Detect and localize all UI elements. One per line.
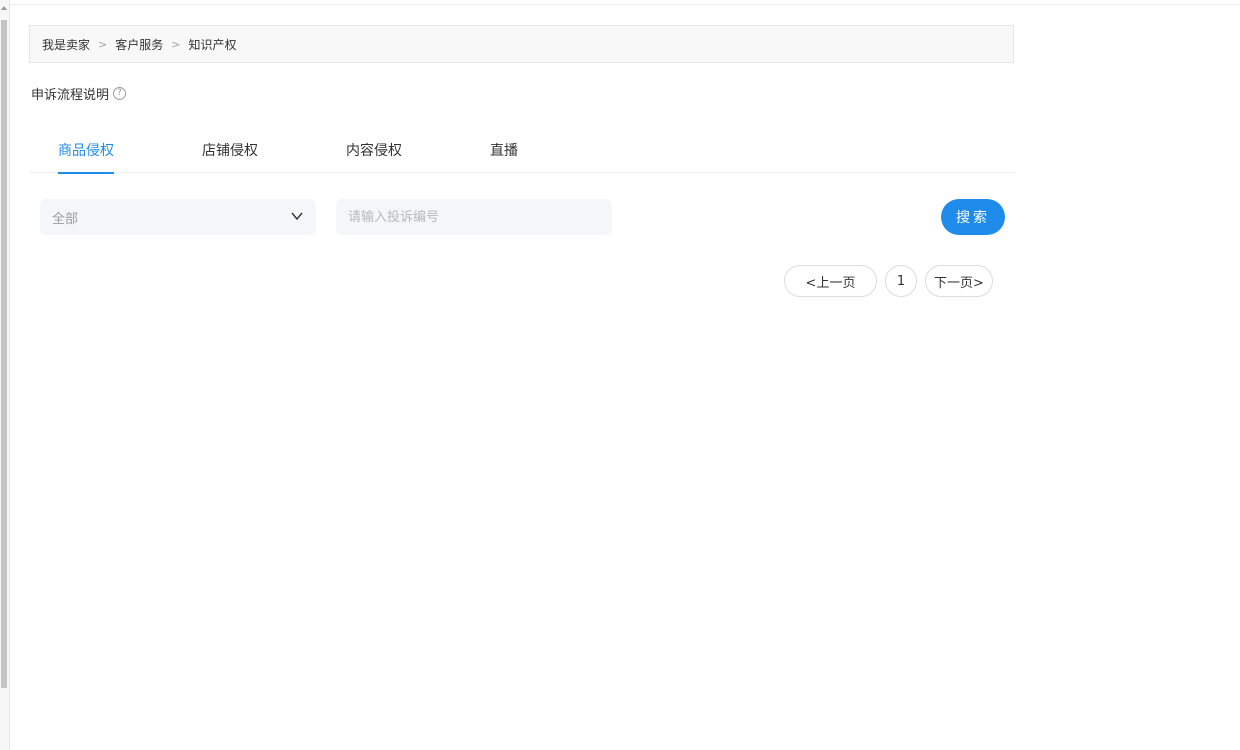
question-circle-icon[interactable]: ?: [113, 86, 127, 100]
tab-live-stream[interactable]: 直播: [490, 140, 518, 172]
appeal-process-label[interactable]: 申诉流程说明: [31, 84, 109, 103]
appeal-process-link[interactable]: 申诉流程说明 ?: [31, 84, 127, 103]
breadcrumb-item-seller[interactable]: 我是卖家: [42, 36, 90, 53]
complaint-type-select[interactable]: 全部: [40, 199, 316, 235]
breadcrumb-item-customer-service[interactable]: 客户服务: [115, 36, 163, 53]
tab-bar: 商品侵权 店铺侵权 内容侵权 直播: [30, 130, 1015, 174]
tab-product-infringement[interactable]: 商品侵权: [58, 140, 114, 174]
previous-page-button[interactable]: <上一页: [784, 265, 877, 297]
top-divider: [0, 4, 1240, 5]
search-button[interactable]: 搜索: [941, 199, 1005, 235]
breadcrumb: 我是卖家 > 客户服务 > 知识产权: [29, 25, 1014, 63]
chevron-down-icon: [291, 212, 303, 221]
complaint-number-input[interactable]: [336, 199, 612, 235]
scrollbar-thumb[interactable]: [1, 20, 7, 688]
left-scrollbar[interactable]: [0, 0, 10, 750]
tab-content-infringement[interactable]: 内容侵权: [346, 140, 402, 172]
breadcrumb-separator: >: [171, 37, 181, 51]
tab-store-infringement[interactable]: 店铺侵权: [202, 140, 258, 172]
scroll-up-arrow-icon[interactable]: [1, 6, 7, 10]
page-number-button[interactable]: 1: [885, 265, 917, 297]
next-page-button[interactable]: 下一页>: [925, 265, 993, 297]
complaint-type-value: 全部: [52, 211, 79, 227]
breadcrumb-separator: >: [98, 37, 108, 51]
breadcrumb-item-ip: 知识产权: [188, 37, 237, 52]
